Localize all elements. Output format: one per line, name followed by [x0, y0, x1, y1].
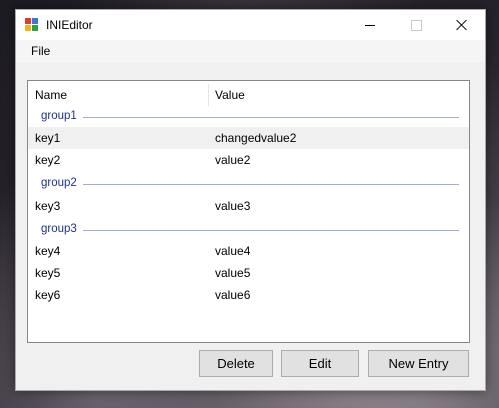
group-label: group2 [41, 177, 83, 189]
menu-bar: File [16, 40, 485, 62]
item-key: key3 [35, 199, 61, 213]
menu-file[interactable]: File [23, 40, 58, 62]
list-item-key6[interactable]: key6 value6 [28, 284, 469, 306]
group-divider [41, 184, 459, 185]
list-item-key1[interactable]: key1 changedvalue2 [28, 127, 469, 149]
list-item-key3[interactable]: key3 value3 [28, 195, 469, 217]
column-divider[interactable] [208, 84, 209, 106]
title-bar[interactable]: INIEditor [16, 10, 485, 40]
list-item-key5[interactable]: key5 value5 [28, 262, 469, 284]
group-label: group1 [41, 110, 83, 122]
ini-list-view[interactable]: Name Value group1 key1 changedvalue2 key… [27, 80, 470, 343]
item-key: key1 [35, 131, 61, 145]
item-key: key5 [35, 266, 61, 280]
close-button[interactable] [439, 10, 485, 40]
edit-button[interactable]: Edit [281, 350, 359, 377]
group-header-group1[interactable]: group1 [28, 106, 469, 128]
item-value: value4 [215, 244, 251, 258]
item-key: key2 [35, 153, 61, 167]
group-header-group3[interactable]: group3 [28, 219, 469, 241]
maximize-button[interactable] [393, 10, 439, 40]
group-divider [41, 230, 459, 231]
group-label: group3 [41, 223, 83, 235]
group-header-group2[interactable]: group2 [28, 173, 469, 195]
minimize-button[interactable] [347, 10, 393, 40]
maximize-icon [411, 20, 422, 31]
item-value: changedvalue2 [215, 131, 297, 145]
item-value: value5 [215, 266, 251, 280]
window-title: INIEditor [46, 18, 93, 32]
list-item-key2[interactable]: key2 value2 [28, 149, 469, 171]
minimize-icon [365, 25, 375, 26]
list-item-key4[interactable]: key4 value4 [28, 240, 469, 262]
delete-button[interactable]: Delete [199, 350, 273, 377]
ini-editor-window: INIEditor File Name Value group1 key1 ch… [15, 9, 486, 391]
item-value: value3 [215, 199, 251, 213]
close-icon [456, 19, 468, 31]
column-header-name[interactable]: Name [35, 81, 67, 107]
item-value: value6 [215, 288, 251, 302]
new-entry-button[interactable]: New Entry [368, 350, 469, 377]
item-key: key4 [35, 244, 61, 258]
group-divider [41, 117, 459, 118]
list-header: Name Value [28, 81, 469, 107]
item-value: value2 [215, 153, 251, 167]
app-icon [25, 18, 39, 32]
item-key: key6 [35, 288, 61, 302]
column-header-value[interactable]: Value [215, 81, 245, 107]
